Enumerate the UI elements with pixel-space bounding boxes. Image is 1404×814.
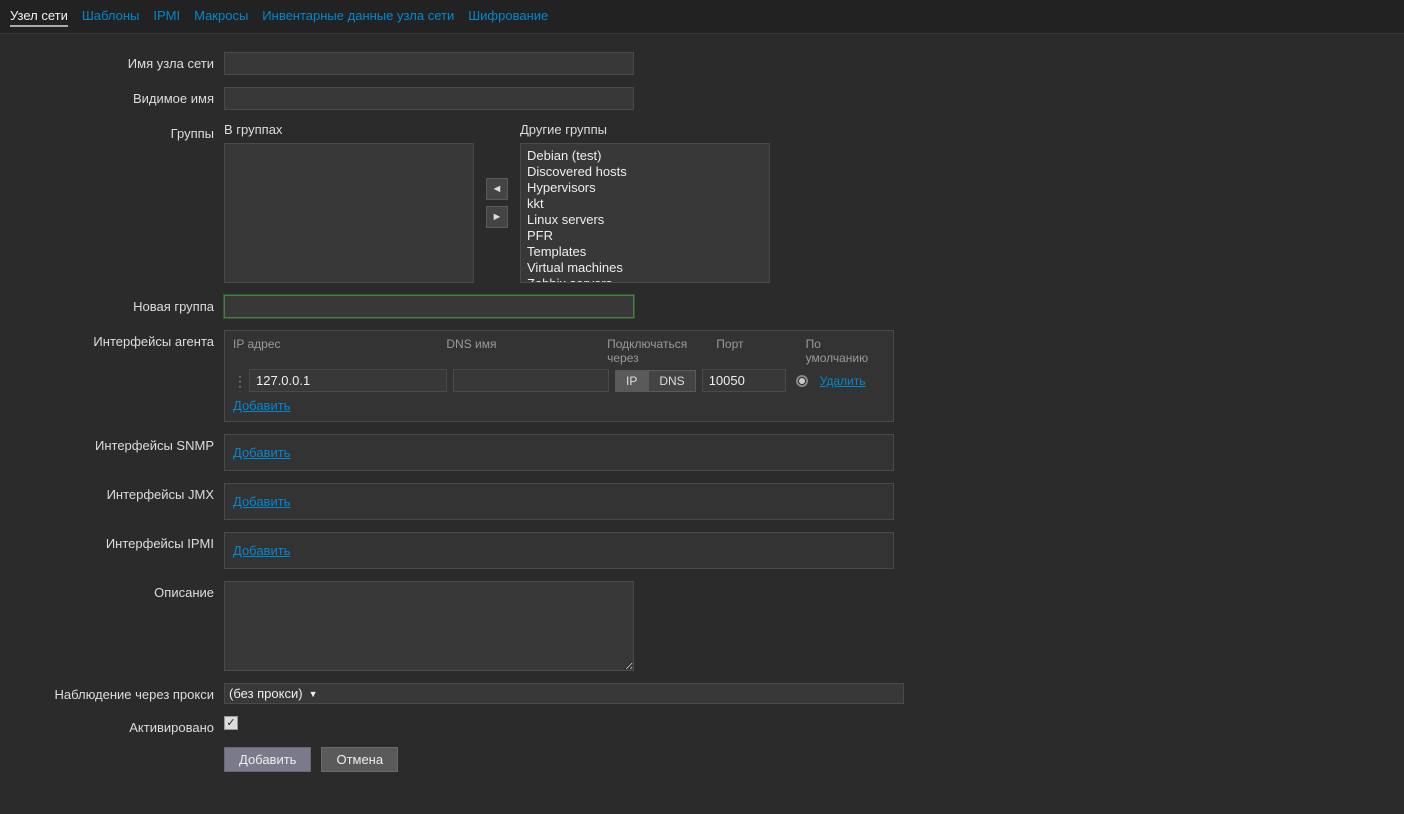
label-description: Описание (0, 581, 224, 600)
chevron-down-icon: ▼ (309, 689, 318, 699)
other-group-option[interactable]: Discovered hosts (525, 164, 765, 180)
snmp-iface-block: Добавить (224, 434, 894, 471)
cancel-button[interactable]: Отмена (321, 747, 398, 772)
iface-header-default: По умолчанию (806, 337, 885, 365)
iface-header-dns: DNS имя (446, 337, 607, 365)
tab-macros[interactable]: Макросы (194, 6, 248, 27)
label-groups: Группы (0, 122, 224, 141)
proxy-select-value: (без прокси) (229, 686, 303, 701)
agent-port-input[interactable] (702, 369, 786, 392)
tab-inventory[interactable]: Инвентарные данные узла сети (262, 6, 454, 27)
tabs-bar: Узел сети Шаблоны IPMI Макросы Инвентарн… (0, 0, 1404, 34)
add-jmx-iface-link[interactable]: Добавить (233, 494, 290, 509)
other-group-option[interactable]: Zabbix servers (525, 276, 765, 283)
agent-iface-row: ⋮⋮ IP DNS Удалить (233, 369, 885, 392)
hostname-input[interactable] (224, 52, 634, 75)
other-groups-listbox[interactable]: Debian (test)Discovered hostsHypervisors… (520, 143, 770, 283)
other-group-option[interactable]: Hypervisors (525, 180, 765, 196)
move-right-button[interactable]: ► (486, 206, 508, 228)
chevron-right-icon: ► (492, 211, 503, 223)
label-snmp-ifaces: Интерфейсы SNMP (0, 434, 224, 453)
agent-iface-block: IP адрес DNS имя Подключаться через Порт… (224, 330, 894, 422)
iface-header-connect: Подключаться через (607, 337, 716, 365)
label-ipmi-ifaces: Интерфейсы IPMI (0, 532, 224, 551)
tab-encryption[interactable]: Шифрование (468, 6, 548, 27)
other-group-option[interactable]: kkt (525, 196, 765, 212)
connect-via-toggle: IP DNS (615, 370, 696, 392)
label-jmx-ifaces: Интерфейсы JMX (0, 483, 224, 502)
label-enabled: Активировано (0, 716, 224, 735)
default-iface-radio[interactable] (796, 375, 808, 387)
other-group-option[interactable]: Virtual machines (525, 260, 765, 276)
delete-iface-link[interactable]: Удалить (820, 374, 866, 388)
other-group-option[interactable]: Linux servers (525, 212, 765, 228)
label-visiblename: Видимое имя (0, 87, 224, 106)
chevron-left-icon: ◄ (492, 183, 503, 195)
tab-templates[interactable]: Шаблоны (82, 6, 140, 27)
visiblename-input[interactable] (224, 87, 634, 110)
drag-handle-icon[interactable]: ⋮⋮ (233, 374, 247, 388)
jmx-iface-block: Добавить (224, 483, 894, 520)
ipmi-iface-block: Добавить (224, 532, 894, 569)
iface-header-port: Порт (716, 337, 805, 365)
connect-dns-button[interactable]: DNS (648, 370, 695, 392)
proxy-select[interactable]: (без прокси) ▼ (224, 683, 904, 704)
other-group-option[interactable]: PFR (525, 228, 765, 244)
label-other-groups: Другие группы (520, 122, 770, 137)
add-ipmi-iface-link[interactable]: Добавить (233, 543, 290, 558)
agent-dns-input[interactable] (453, 369, 609, 392)
submit-add-button[interactable]: Добавить (224, 747, 311, 772)
enabled-checkbox[interactable] (224, 716, 238, 730)
in-groups-listbox[interactable] (224, 143, 474, 283)
add-agent-iface-link[interactable]: Добавить (233, 398, 290, 413)
label-proxy: Наблюдение через прокси (0, 683, 224, 702)
add-snmp-iface-link[interactable]: Добавить (233, 445, 290, 460)
other-group-option[interactable]: Debian (test) (525, 148, 765, 164)
label-in-groups: В группах (224, 122, 474, 137)
label-new-group: Новая группа (0, 295, 224, 314)
description-textarea[interactable] (224, 581, 634, 671)
agent-ip-input[interactable] (249, 369, 447, 392)
label-agent-ifaces: Интерфейсы агента (0, 330, 224, 349)
iface-header-ip: IP адрес (233, 337, 446, 365)
connect-ip-button[interactable]: IP (615, 370, 648, 392)
label-hostname: Имя узла сети (0, 52, 224, 71)
tab-host[interactable]: Узел сети (10, 6, 68, 27)
new-group-input[interactable] (224, 295, 634, 318)
other-group-option[interactable]: Templates (525, 244, 765, 260)
tab-ipmi[interactable]: IPMI (153, 6, 180, 27)
move-left-button[interactable]: ◄ (486, 178, 508, 200)
